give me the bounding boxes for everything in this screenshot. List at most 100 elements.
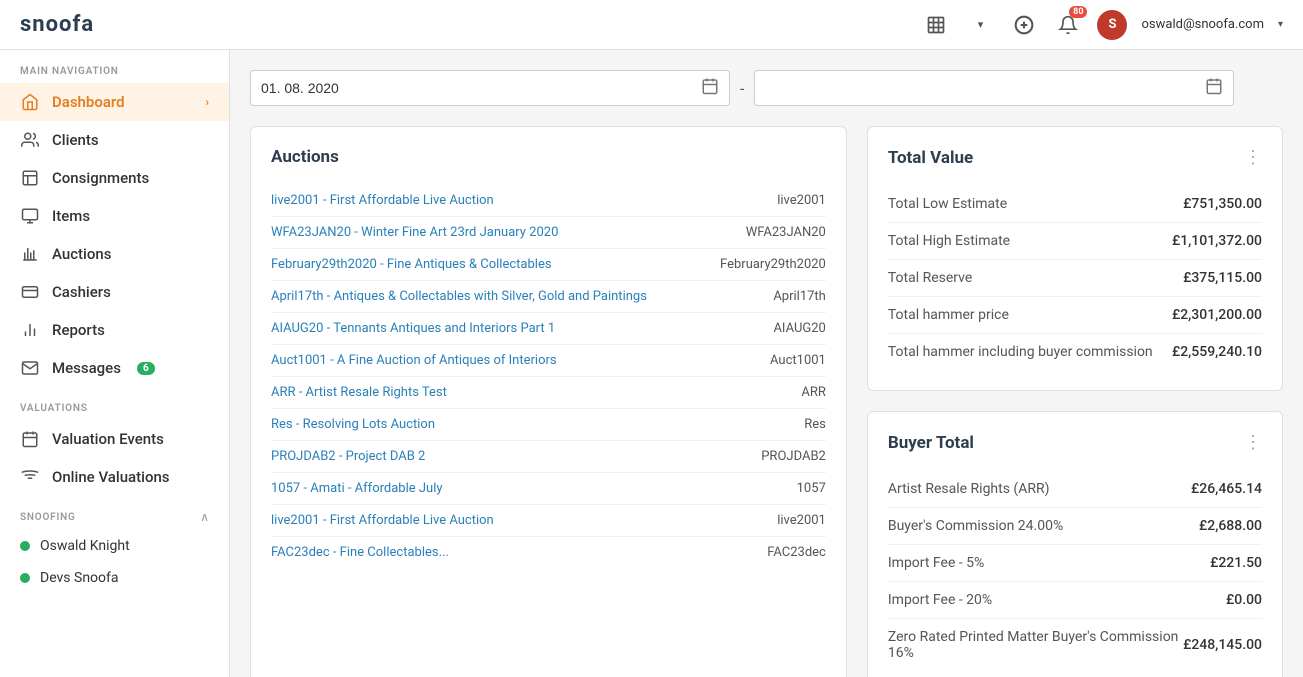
sidebar-item-label: Consignments [52, 169, 149, 187]
building-icon[interactable] [921, 10, 951, 40]
auction-code: Auct1001 [696, 353, 826, 368]
auction-code: April17th [696, 289, 826, 304]
sidebar-item-label: Cashiers [52, 283, 111, 301]
snoofing-section: SNOOFING ∧ [0, 496, 229, 530]
auction-link[interactable]: PROJDAB2 - Project DAB 2 [271, 449, 696, 464]
auction-link[interactable]: February29th2020 - Fine Antiques & Colle… [271, 257, 696, 272]
start-calendar-icon[interactable] [701, 77, 719, 99]
auction-code: live2001 [696, 193, 826, 208]
table-row: FAC23dec - Fine Collectables... FAC23dec [271, 537, 826, 568]
logo: snoofa [20, 12, 94, 37]
reports-icon [20, 321, 40, 339]
auction-link[interactable]: FAC23dec - Fine Collectables... [271, 545, 696, 560]
online-valuations-icon [20, 468, 40, 486]
start-date-input[interactable] [261, 80, 701, 96]
snoofing-user-oswald[interactable]: Oswald Knight [0, 530, 229, 562]
auction-code: February29th2020 [696, 257, 826, 272]
table-row: Res - Resolving Lots Auction Res [271, 409, 826, 441]
sidebar-item-items[interactable]: Items [0, 197, 229, 235]
value-amount: £2,559,240.10 [1172, 344, 1262, 360]
messages-badge: 6 [137, 362, 155, 375]
plus-icon[interactable] [1009, 10, 1039, 40]
auctions-card-title: Auctions [271, 147, 339, 167]
value-amount: £0.00 [1226, 592, 1262, 608]
sidebar-item-label: Valuation Events [52, 430, 164, 448]
auction-link[interactable]: Res - Resolving Lots Auction [271, 417, 696, 432]
sidebar-item-label: Reports [52, 321, 105, 339]
auctions-card: Auctions live2001 - First Affordable Liv… [250, 126, 847, 677]
auction-link[interactable]: ARR - Artist Resale Rights Test [271, 385, 696, 400]
snoofing-toggle-icon[interactable]: ∧ [200, 510, 209, 524]
auction-link[interactable]: AIAUG20 - Tennants Antiques and Interior… [271, 321, 696, 336]
sidebar-item-clients[interactable]: Clients [0, 121, 229, 159]
auction-link[interactable]: 1057 - Amati - Affordable July [271, 481, 696, 496]
sidebar-item-label: Dashboard [52, 93, 125, 111]
auction-link[interactable]: WFA23JAN20 - Winter Fine Art 23rd Januar… [271, 225, 696, 240]
table-row: AIAUG20 - Tennants Antiques and Interior… [271, 313, 826, 345]
chevron-building-icon[interactable]: ▾ [965, 10, 995, 40]
sidebar-item-valuation-events[interactable]: Valuation Events [0, 420, 229, 458]
auctions-icon [20, 245, 40, 263]
value-label: Import Fee - 20% [888, 592, 992, 608]
snoofing-user-devs[interactable]: Devs Snoofa [0, 562, 229, 594]
list-item: Import Fee - 20% £0.00 [888, 582, 1262, 619]
list-item: Total High Estimate £1,101,372.00 [888, 223, 1262, 260]
avatar[interactable]: S [1097, 10, 1127, 40]
date-filter-row: - [250, 70, 1283, 106]
total-value-card-header: Total Value ⋮ [888, 147, 1262, 168]
auction-link[interactable]: Auct1001 - A Fine Auction of Antiques of… [271, 353, 696, 368]
clients-icon [20, 131, 40, 149]
list-item: Total Low Estimate £751,350.00 [888, 186, 1262, 223]
auction-link[interactable]: live2001 - First Affordable Live Auction [271, 193, 696, 208]
total-value-menu-icon[interactable]: ⋮ [1244, 147, 1262, 168]
list-item: Import Fee - 5% £221.50 [888, 545, 1262, 582]
auction-link[interactable]: April17th - Antiques & Collectables with… [271, 289, 696, 304]
sidebar-item-label: Messages [52, 359, 121, 377]
sidebar-item-messages[interactable]: Messages 6 [0, 349, 229, 387]
value-amount: £26,465.14 [1191, 481, 1262, 497]
buyer-total-card: Buyer Total ⋮ Artist Resale Rights (ARR)… [867, 411, 1283, 677]
value-label: Total High Estimate [888, 233, 1010, 249]
end-date-input[interactable] [765, 80, 1205, 96]
total-value-rows: Total Low Estimate £751,350.00 Total Hig… [888, 186, 1262, 370]
valuations-label: VALUATIONS [0, 387, 229, 420]
user-online-dot [20, 573, 30, 583]
table-row: live2001 - First Affordable Live Auction… [271, 185, 826, 217]
auction-link[interactable]: live2001 - First Affordable Live Auction [271, 513, 696, 528]
list-item: Artist Resale Rights (ARR) £26,465.14 [888, 471, 1262, 508]
end-date-input-wrap[interactable] [754, 70, 1234, 106]
main-layout: MAIN NAVIGATION Dashboard › Clients Cons… [0, 50, 1303, 677]
auction-code: WFA23JAN20 [696, 225, 826, 240]
list-item: Total hammer price £2,301,200.00 [888, 297, 1262, 334]
sidebar-item-auctions[interactable]: Auctions [0, 235, 229, 273]
snoofing-label: SNOOFING [20, 512, 76, 523]
end-calendar-icon[interactable] [1205, 77, 1223, 99]
buyer-total-card-header: Buyer Total ⋮ [888, 432, 1262, 453]
table-row: PROJDAB2 - Project DAB 2 PROJDAB2 [271, 441, 826, 473]
sidebar-item-reports[interactable]: Reports [0, 311, 229, 349]
chevron-right-icon: › [205, 95, 209, 109]
sidebar-item-cashiers[interactable]: Cashiers [0, 273, 229, 311]
table-row: 1057 - Amati - Affordable July 1057 [271, 473, 826, 505]
consignments-icon [20, 169, 40, 187]
value-label: Zero Rated Printed Matter Buyer's Commis… [888, 629, 1183, 661]
total-value-card: Total Value ⋮ Total Low Estimate £751,35… [867, 126, 1283, 391]
notification-bell-icon[interactable]: 80 [1053, 10, 1083, 40]
sidebar-item-consignments[interactable]: Consignments [0, 159, 229, 197]
sidebar-item-dashboard[interactable]: Dashboard › [0, 83, 229, 121]
sidebar-item-online-valuations[interactable]: Online Valuations [0, 458, 229, 496]
header: snoofa ▾ 80 S oswald@snoofa.com ▾ [0, 0, 1303, 50]
table-row: live2001 - First Affordable Live Auction… [271, 505, 826, 537]
value-label: Total hammer price [888, 307, 1009, 323]
user-online-dot [20, 541, 30, 551]
items-icon [20, 207, 40, 225]
sidebar-item-label: Items [52, 207, 90, 225]
main-content: - Auctions live2001 - First Affordable L… [230, 50, 1303, 677]
messages-icon [20, 359, 40, 377]
sidebar-item-label: Online Valuations [52, 468, 170, 486]
buyer-total-menu-icon[interactable]: ⋮ [1244, 432, 1262, 453]
user-menu-chevron-icon[interactable]: ▾ [1278, 19, 1283, 30]
snoofing-user-label: Oswald Knight [40, 538, 130, 554]
start-date-input-wrap[interactable] [250, 70, 730, 106]
value-label: Total hammer including buyer commission [888, 344, 1153, 360]
